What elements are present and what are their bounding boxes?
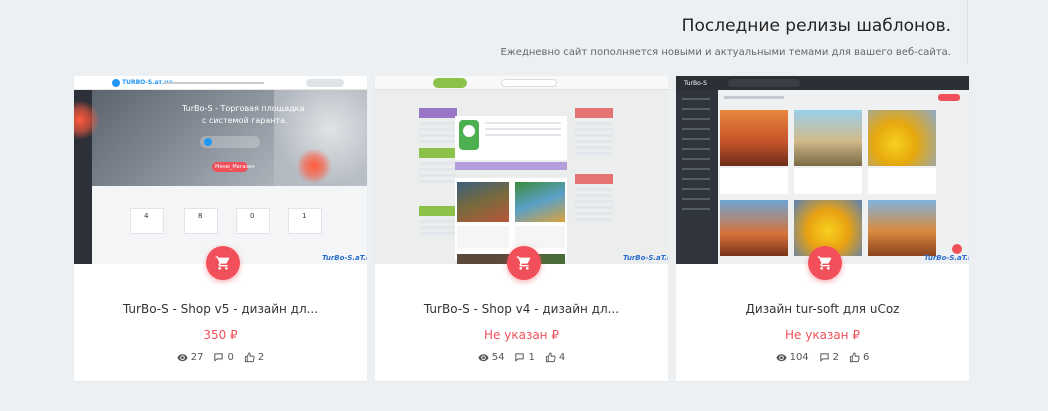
cart-icon [817, 256, 832, 270]
section-subtitle: Ежедневно сайт пополняется новыми и акту… [500, 47, 951, 58]
preview-watermark: TurBo-S.aT.uA [924, 254, 969, 262]
views-count: 54 [491, 352, 505, 363]
preview-watermark: TurBo-S.aT.uA [322, 254, 367, 262]
preview-counter: 0 [250, 212, 255, 220]
comments-count: 2 [832, 352, 840, 363]
comments-stat: 2 [819, 352, 839, 363]
template-card[interactable]: TurBo-S.aT.uA TurBo-S - Shop v4 - дизайн… [375, 76, 668, 381]
comment-icon [515, 353, 525, 362]
template-stats: 104 2 6 [676, 352, 969, 363]
views-count: 104 [789, 352, 809, 363]
preview-hero-line2: с системой гаранта. [202, 116, 288, 125]
template-price: Не указан ₽ [484, 328, 559, 342]
likes-count: 2 [257, 352, 265, 363]
comments-count: 0 [227, 352, 234, 363]
comments-stat: 0 [213, 352, 234, 363]
views-stat: 54 [478, 352, 505, 363]
template-card[interactable]: TurBo-S TurBo-S.aT.uA Дизайн tur-so [676, 76, 969, 381]
views-stat: 27 [177, 352, 204, 363]
cart-icon [516, 256, 531, 270]
likes-count: 4 [558, 352, 566, 363]
preview-watermark: TurBo-S.aT.uA [623, 254, 668, 262]
template-preview-image[interactable]: TURBO-S.ат.ua TurBo-S - Торговая площадк… [74, 76, 367, 264]
preview-counter: 1 [302, 212, 307, 220]
template-title[interactable]: TurBo-S - Shop v4 - дизайн дл... [375, 302, 668, 316]
template-stats: 27 0 2 [74, 352, 367, 363]
template-title[interactable]: TurBo-S - Shop v5 - дизайн дл... [74, 302, 367, 316]
comment-icon [214, 353, 224, 362]
likes-stat: 2 [244, 352, 264, 363]
template-title[interactable]: Дизайн tur-soft для uCoz [676, 302, 969, 316]
template-preview-image[interactable]: TurBo-S.aT.uA [375, 76, 668, 264]
eye-icon [177, 354, 188, 362]
views-stat: 104 [776, 352, 809, 363]
add-to-cart-button[interactable] [206, 246, 240, 280]
comments-count: 1 [528, 352, 535, 363]
likes-stat: 4 [545, 352, 565, 363]
eye-icon [776, 354, 787, 362]
template-price: 350 ₽ [203, 328, 238, 342]
template-preview-image[interactable]: TurBo-S TurBo-S.aT.uA [676, 76, 969, 264]
thumbs-up-icon [545, 352, 556, 363]
preview-hero-button: Меню_Магазин [215, 164, 255, 170]
preview-counter: 8 [198, 212, 203, 220]
likes-count: 6 [863, 352, 870, 363]
preview-counter: 4 [144, 212, 149, 220]
template-stats: 54 1 4 [375, 352, 668, 363]
section-title: Последние релизы шаблонов. [681, 16, 951, 36]
cart-icon [215, 256, 230, 270]
add-to-cart-button[interactable] [808, 246, 842, 280]
views-count: 27 [190, 352, 204, 363]
thumbs-up-icon [244, 352, 255, 363]
template-price: Не указан ₽ [785, 328, 860, 342]
eye-icon [478, 354, 489, 362]
preview-hero-line1: TurBo-S - Торговая площадка [182, 104, 305, 113]
comments-stat: 1 [514, 352, 535, 363]
comment-icon [820, 353, 829, 362]
template-card[interactable]: TURBO-S.ат.ua TurBo-S - Торговая площадк… [74, 76, 367, 381]
section-header: Последние релизы шаблонов. Ежедневно сай… [448, 0, 968, 64]
likes-stat: 6 [849, 352, 869, 363]
add-to-cart-button[interactable] [507, 246, 541, 280]
thumbs-up-icon [849, 352, 860, 363]
preview-brand: TurBo-S [684, 80, 707, 87]
